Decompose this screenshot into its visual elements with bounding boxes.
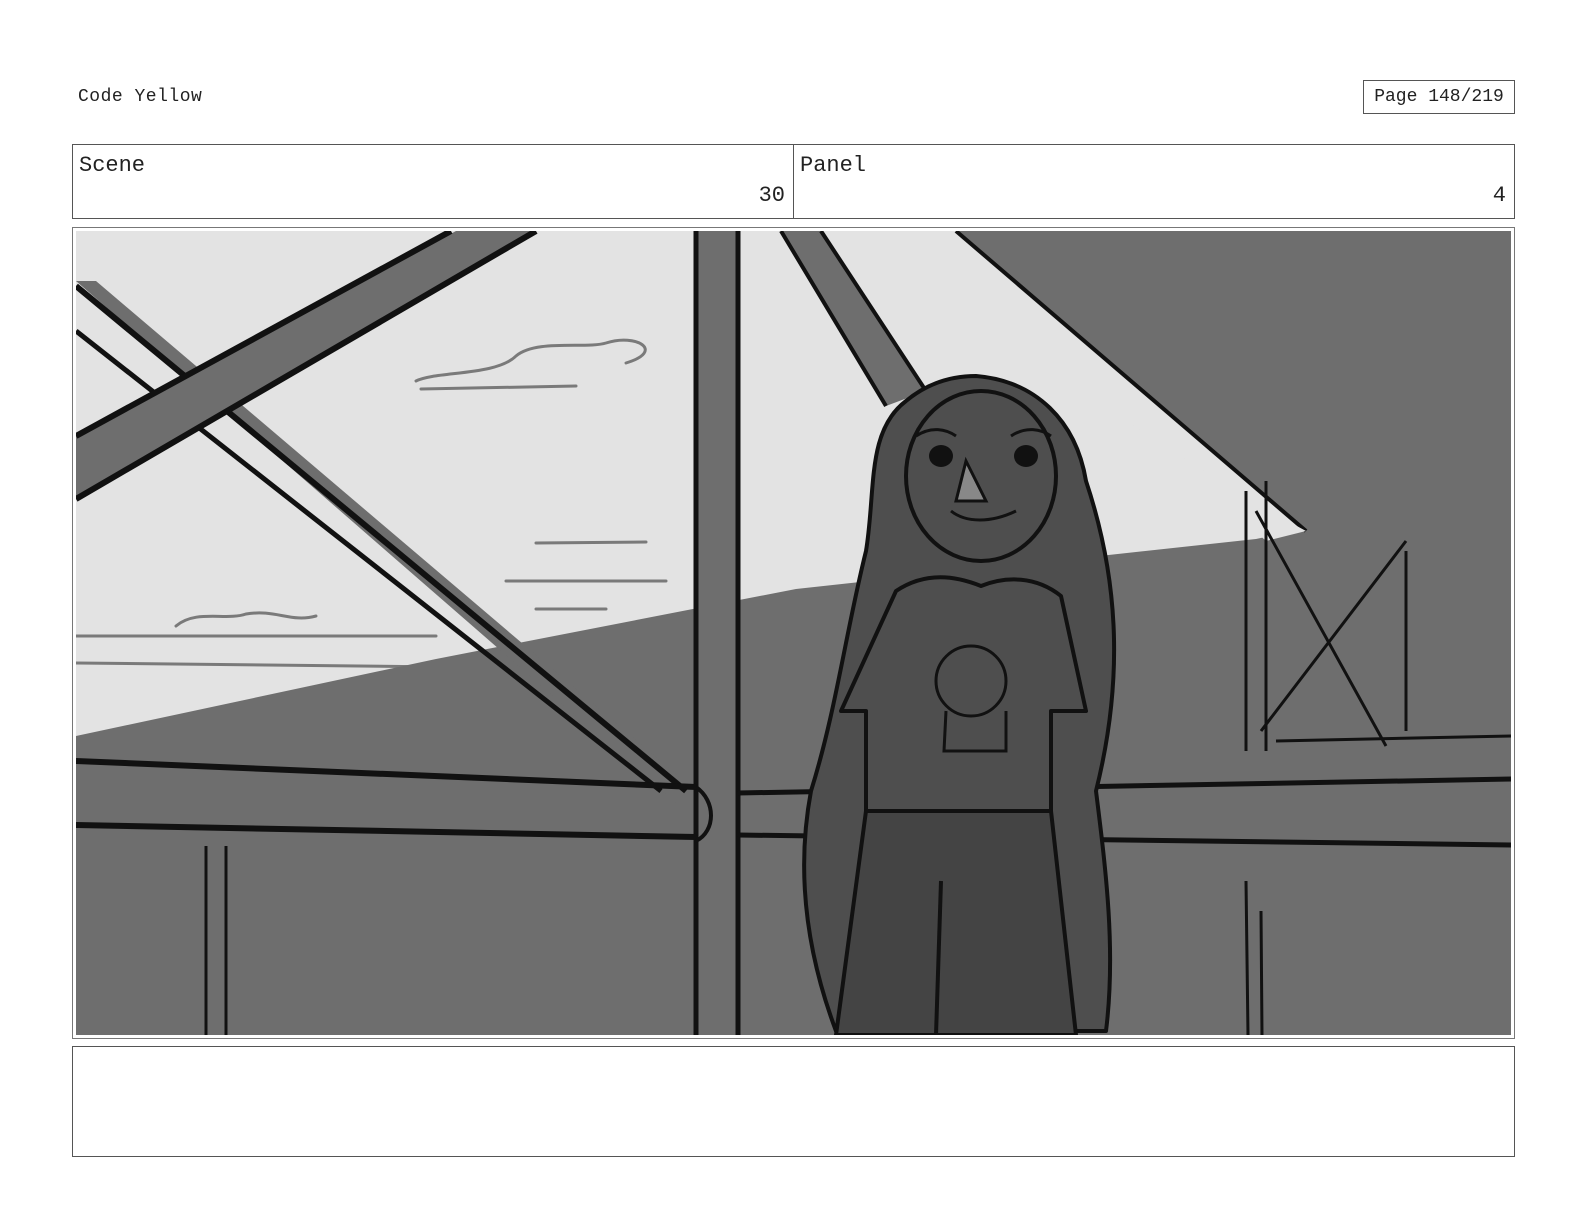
- document-title: Code Yellow: [78, 87, 203, 107]
- storyboard-drawing: [76, 231, 1511, 1035]
- panel-label: Panel: [800, 153, 867, 178]
- scene-panel-info: Scene 30 Panel 4: [72, 144, 1515, 219]
- panel-cell: Panel 4: [793, 145, 1514, 218]
- scene-number: 30: [758, 183, 785, 208]
- scene-label: Scene: [79, 153, 146, 178]
- notes-box: [72, 1046, 1515, 1157]
- page-number: Page 148/219: [1363, 80, 1515, 114]
- scene-cell: Scene 30: [73, 145, 793, 218]
- storyboard-frame: [72, 227, 1515, 1039]
- panel-number: 4: [1492, 183, 1506, 208]
